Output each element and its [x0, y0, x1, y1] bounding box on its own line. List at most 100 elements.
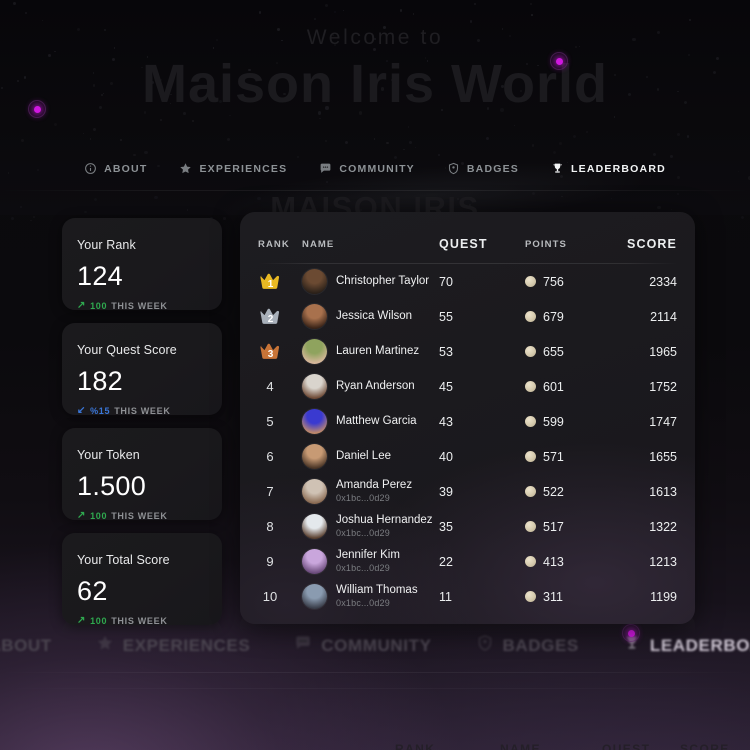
cell-score: 1199 [650, 589, 677, 604]
avatar [302, 304, 327, 329]
cell-points: 655 [525, 345, 621, 359]
points-value: 601 [543, 379, 564, 394]
stat-card-value: 1.500 [77, 471, 147, 501]
nav-item-badges[interactable]: BADGES [447, 162, 519, 175]
stat-card-label: Your Rank [77, 238, 136, 252]
bronze-crown-icon: 3 [259, 342, 282, 361]
cell-points: 601 [525, 380, 621, 394]
stat-card-label: Your Token [77, 448, 140, 462]
coin-icon [525, 311, 536, 322]
coin-icon [525, 451, 536, 462]
player-name: Christopher Taylor [336, 274, 430, 287]
coin-icon [525, 381, 536, 392]
info-icon [84, 162, 97, 175]
cell-name: Daniel Lee [302, 444, 439, 469]
points-value: 311 [543, 589, 563, 604]
ghost-header-score: SCORE [680, 742, 730, 750]
trend-down-arrow-icon: ↙ [77, 405, 87, 416]
cell-quest: 11 [439, 589, 452, 604]
cell-quest: 53 [439, 344, 453, 359]
shield-icon [447, 162, 460, 175]
stat-card-label: Your Total Score [77, 553, 170, 567]
rank-number: 8 [266, 519, 274, 534]
column-header-rank: RANK [258, 238, 290, 250]
avatar [302, 339, 327, 364]
avatar [302, 549, 327, 574]
table-row[interactable]: 9 Jennifer Kim 0x1bc...0d29 22 413 1213 [240, 544, 695, 579]
player-name: Matthew Garcia [336, 414, 417, 427]
rank-number: 7 [266, 484, 274, 499]
cell-name: Joshua Hernandez 0x1bc...0d29 [302, 514, 439, 539]
bottom-nav-item-badges[interactable]: BADGES [476, 634, 579, 657]
avatar [302, 269, 327, 294]
table-row[interactable]: 6 Daniel Lee 40 571 1655 [240, 439, 695, 474]
player-name: Jessica Wilson [336, 309, 413, 322]
table-row[interactable]: 5 Matthew Garcia 43 599 1747 [240, 404, 695, 439]
cell-points: 517 [525, 520, 621, 534]
hero-welcome-text: Welcome to [306, 26, 444, 49]
column-header-name: NAME [302, 238, 335, 250]
table-row[interactable]: 7 Amanda Perez 0x1bc...0d29 39 522 1613 [240, 474, 695, 509]
cell-points: 756 [525, 275, 621, 289]
coin-icon [525, 556, 536, 567]
leaderboard-rows: 1 Christopher Taylor 70 756 2334 2 Jessi… [240, 264, 695, 614]
cell-name: Jessica Wilson [302, 304, 439, 329]
cell-quest: 40 [439, 449, 453, 464]
dot-core [33, 105, 41, 113]
cell-points: 599 [525, 415, 621, 429]
table-row[interactable]: 8 Joshua Hernandez 0x1bc...0d29 35 517 1… [240, 509, 695, 544]
shield-icon [476, 634, 494, 657]
trend-value: 100 [90, 616, 108, 626]
main-navigation: ABOUT EXPERIENCES COMMUNITY BADGES LEADE… [0, 162, 750, 175]
player-name: Lauren Martinez [336, 344, 420, 357]
stat-card-your token[interactable]: Your Token 1.500 ↗ 100 THIS WEEK [62, 428, 222, 521]
table-row[interactable]: 3 Lauren Martinez 53 655 1965 [240, 334, 695, 369]
nav-item-experiences[interactable]: EXPERIENCES [179, 162, 287, 175]
table-row[interactable]: 4 Ryan Anderson 45 601 1752 [240, 369, 695, 404]
cell-name: Amanda Perez 0x1bc...0d29 [302, 479, 439, 504]
table-row[interactable]: 2 Jessica Wilson 55 679 2114 [240, 299, 695, 334]
player-address: 0x1bc...0d29 [336, 528, 390, 539]
cell-rank: 10 [258, 589, 302, 604]
nav-item-leaderboard[interactable]: LEADERBOARD [551, 162, 666, 175]
cell-quest: 45 [439, 379, 453, 394]
cell-score: 1752 [649, 379, 677, 394]
table-row[interactable]: 10 William Thomas 0x1bc...0d29 11 311 11… [240, 579, 695, 614]
leaderboard-header-row: RANK NAME QUEST POINTS SCORE [240, 225, 695, 263]
dot-core [627, 629, 635, 637]
cell-rank: 4 [258, 379, 302, 394]
silver-crown-icon: 2 [259, 307, 282, 326]
nav-item-about[interactable]: ABOUT [84, 162, 147, 175]
nav-item-label: COMMUNITY [339, 162, 415, 175]
coin-icon [525, 346, 536, 357]
rank-badge-number: 2 [267, 314, 274, 325]
cell-rank: 2 [258, 307, 302, 326]
cell-quest: 39 [439, 484, 453, 499]
star-icon [179, 162, 192, 175]
stat-card-your rank[interactable]: Your Rank 124 ↗ 100 THIS WEEK [62, 218, 222, 311]
nav-item-label: LEADERBOARD [571, 162, 666, 175]
bottom-nav-item-community[interactable]: COMMUNITY [294, 634, 431, 657]
avatar [302, 514, 327, 539]
rank-number: 5 [266, 414, 274, 429]
coin-icon [525, 276, 536, 287]
bottom-nav-item-about[interactable]: ABOUT [0, 634, 52, 657]
cell-score: 1322 [649, 519, 677, 534]
rank-number: 10 [262, 589, 278, 604]
points-value: 571 [543, 449, 564, 464]
nav-item-label: BADGES [466, 162, 520, 175]
stat-card-your total score[interactable]: Your Total Score 62 ↗ 100 THIS WEEK [62, 533, 222, 626]
stat-card-your quest score[interactable]: Your Quest Score 182 ↙ %15 THIS WEEK [62, 323, 222, 416]
bottom-divider-2 [0, 688, 750, 689]
column-header-quest: QUEST [439, 237, 488, 251]
rank-badge-number: 3 [267, 349, 274, 360]
stat-card-value: 124 [77, 261, 123, 291]
cell-score: 1747 [649, 414, 677, 429]
dot-core [555, 57, 563, 65]
table-row[interactable]: 1 Christopher Taylor 70 756 2334 [240, 264, 695, 299]
trend-up-arrow-icon: ↗ [77, 615, 87, 626]
trend-up-arrow-icon: ↗ [77, 300, 87, 311]
nav-item-community[interactable]: COMMUNITY [319, 162, 415, 175]
cell-name: Lauren Martinez [302, 339, 439, 364]
points-value: 655 [543, 344, 564, 359]
